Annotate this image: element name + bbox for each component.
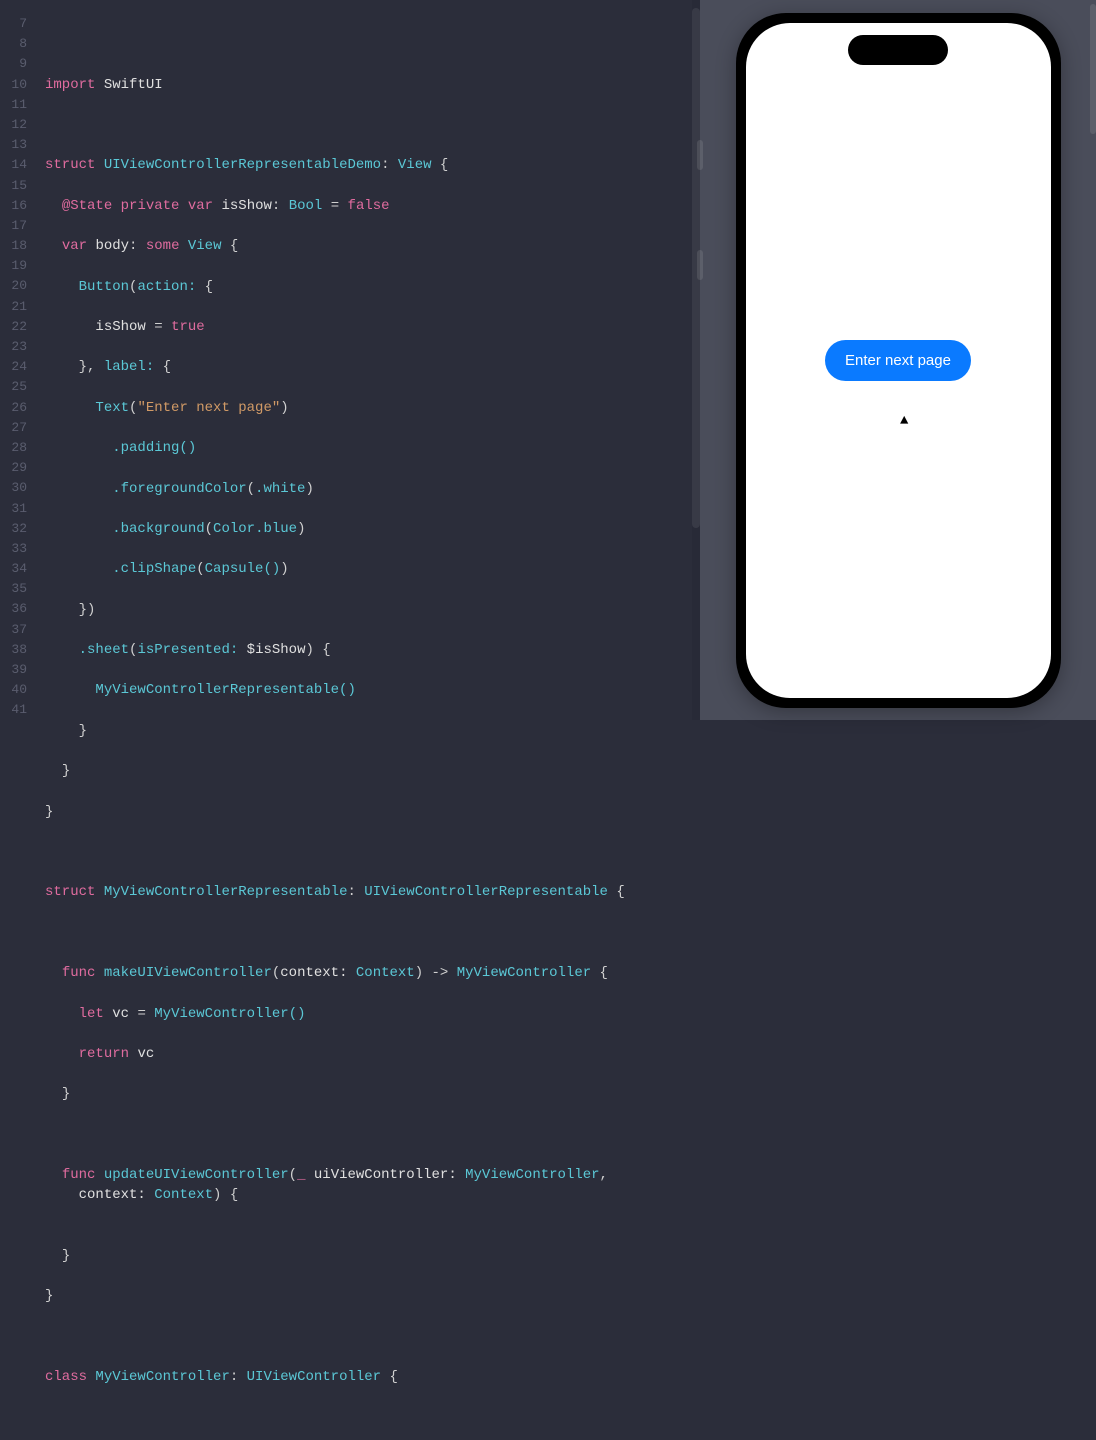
- pane-resize-handle[interactable]: [697, 140, 703, 170]
- line-number: 25: [0, 377, 27, 397]
- line-number: 35: [0, 579, 27, 599]
- line-number: 31: [0, 499, 27, 519]
- line-number: 7: [0, 14, 27, 34]
- line-number: 37: [0, 620, 27, 640]
- code-editor-pane[interactable]: 7 8 9 10 11 12 13 14 15 16 17 18 19 20 2…: [0, 0, 700, 720]
- line-number: 13: [0, 135, 27, 155]
- line-number: 30: [0, 478, 27, 498]
- line-number: 18: [0, 236, 27, 256]
- cursor-icon: ▲: [900, 413, 908, 429]
- line-number: 8: [0, 34, 27, 54]
- editor-scrollbar[interactable]: [692, 0, 700, 720]
- dynamic-island: [848, 35, 948, 65]
- line-number: 27: [0, 418, 27, 438]
- line-number: 36: [0, 599, 27, 619]
- line-number: 10: [0, 75, 27, 95]
- line-number: 24: [0, 357, 27, 377]
- line-number: 32: [0, 519, 27, 539]
- line-number: 15: [0, 176, 27, 196]
- line-number: 40: [0, 680, 27, 700]
- line-number: 9: [0, 54, 27, 74]
- line-number: 19: [0, 256, 27, 276]
- line-number: 39: [0, 660, 27, 680]
- iphone-preview-screen[interactable]: Enter next page ▲: [746, 23, 1051, 698]
- preview-pane: Enter next page ▲: [700, 0, 1096, 720]
- line-number: 34: [0, 559, 27, 579]
- line-number: 20: [0, 276, 27, 296]
- preview-scrollbar-thumb[interactable]: [1090, 4, 1096, 134]
- pane-resize-handle[interactable]: [697, 250, 703, 280]
- line-number: 38: [0, 640, 27, 660]
- line-number: 28: [0, 438, 27, 458]
- line-number: 17: [0, 216, 27, 236]
- code-text-area[interactable]: import SwiftUI struct UIViewControllerRe…: [35, 0, 700, 720]
- line-number: 11: [0, 95, 27, 115]
- line-number: 33: [0, 539, 27, 559]
- line-number-gutter: 7 8 9 10 11 12 13 14 15 16 17 18 19 20 2…: [0, 0, 35, 720]
- enter-next-page-button[interactable]: Enter next page: [825, 340, 971, 381]
- line-number: 22: [0, 317, 27, 337]
- line-number: 29: [0, 458, 27, 478]
- iphone-preview-frame: Enter next page ▲: [736, 13, 1061, 708]
- line-number: 21: [0, 297, 27, 317]
- line-number: 26: [0, 398, 27, 418]
- line-number: 41: [0, 700, 27, 720]
- line-number: 14: [0, 155, 27, 175]
- line-number: 23: [0, 337, 27, 357]
- line-number: 16: [0, 196, 27, 216]
- line-number: 12: [0, 115, 27, 135]
